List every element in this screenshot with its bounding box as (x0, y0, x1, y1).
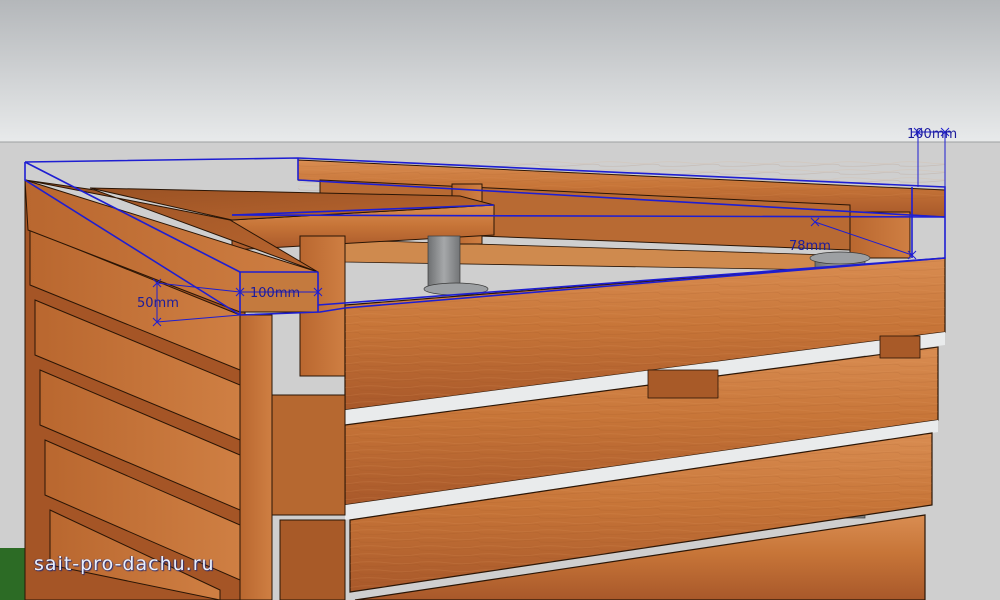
dimension-label-beam-width[interactable]: 100mm (250, 286, 300, 301)
pipe (427, 235, 461, 289)
dimension-label-top-right[interactable]: 100mm (907, 127, 957, 142)
model-canvas[interactable]: 100mm 78mm 100mm 50mm (0, 0, 1000, 600)
dimension-label-inner[interactable]: 78mm (789, 239, 831, 254)
dimension-label-beam-height[interactable]: 50mm (137, 296, 179, 311)
watermark-text: sait-pro-dachu.ru (34, 553, 215, 575)
sketchup-viewport[interactable]: 100mm 78mm 100mm 50mm sait-pro-dachu.ru (0, 0, 1000, 600)
sky-background (0, 0, 1000, 142)
